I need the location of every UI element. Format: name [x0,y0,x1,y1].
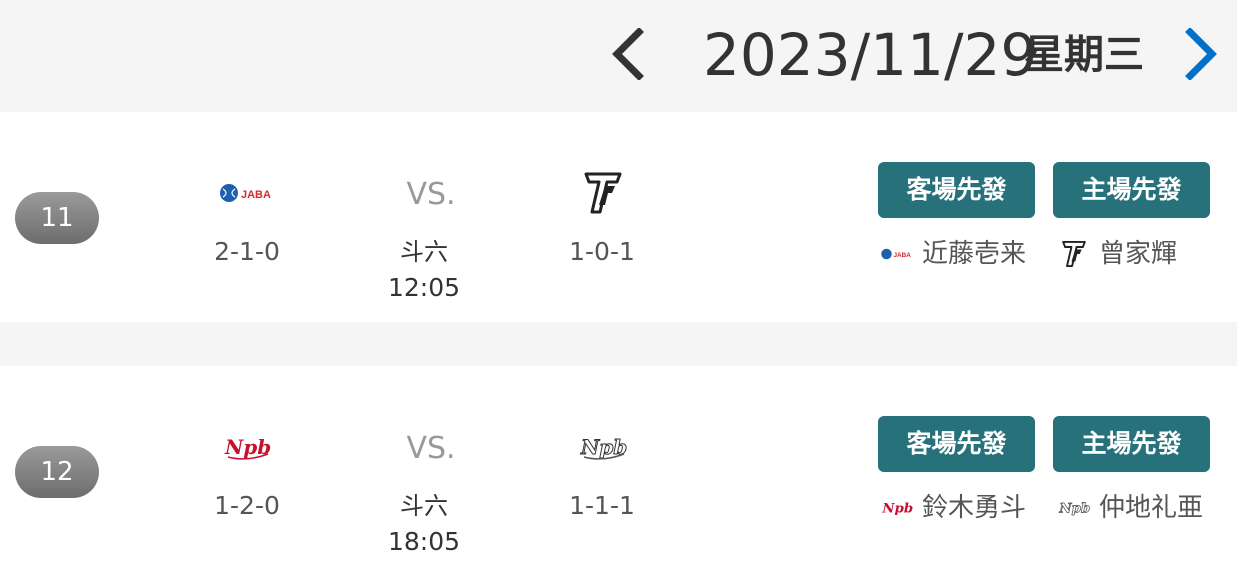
pitcher-name: 曾家輝 [1099,239,1178,269]
away-starter-button[interactable]: 客場先發 [878,162,1035,218]
pitcher-name: 近藤壱来 [922,239,1027,269]
vs-label: VS. [406,177,456,212]
weekday: 星期三 [1024,32,1144,78]
game-card: 12 Npb 1-2-0 VS. 斗六 18:05 Npb 1-1-1 客場先發… [0,366,1237,571]
jaba-logo-icon: JABA [210,170,284,216]
svg-text:Npb: Npb [1058,501,1090,517]
chevron-right-icon[interactable] [1178,26,1222,82]
schedule-page: 2023/11/29 星期三 11 JABA 2-1-0 VS. 斗六 12:0… [0,0,1237,571]
npb-white-logo-icon: Npb [1055,494,1093,522]
home-starter-button[interactable]: 主場先發 [1053,416,1210,472]
game-number-badge: 11 [15,192,99,244]
svg-text:Npb: Npb [881,501,913,517]
current-date: 2023/11/29 [703,21,1038,89]
away-record: 1-2-0 [214,491,280,520]
home-starter-button[interactable]: 主場先發 [1053,162,1210,218]
game-time: 18:05 [387,527,461,556]
vs-label: VS. [406,431,456,466]
venue: 斗六 [400,238,448,266]
tainan-t-logo-icon [1055,240,1093,268]
jaba-logo-icon: JABA [878,240,916,268]
away-starter-button[interactable]: 客場先發 [878,416,1035,472]
home-starting-pitcher[interactable]: Npb 仲地礼亜 [1055,490,1203,526]
svg-text:JABA: JABA [894,252,912,259]
game-number-badge: 12 [15,446,99,498]
tainan-t-logo-icon [566,170,640,216]
npb-red-logo-icon: Npb [878,494,916,522]
date-header: 2023/11/29 星期三 [0,0,1237,112]
npb-red-logo-icon: Npb [210,424,284,470]
game-time: 12:05 [387,273,461,302]
away-record: 2-1-0 [214,237,280,266]
npb-white-logo-icon: Npb [566,424,640,470]
pitcher-name: 鈴木勇斗 [922,493,1027,523]
svg-text:JABA: JABA [241,189,271,201]
away-starting-pitcher[interactable]: Npb 鈴木勇斗 [878,490,1026,526]
home-starting-pitcher[interactable]: 曾家輝 [1055,236,1177,272]
home-record: 1-0-1 [569,237,635,266]
venue: 斗六 [400,492,448,520]
pitcher-name: 仲地礼亜 [1099,493,1204,523]
chevron-left-icon[interactable] [605,26,649,82]
home-record: 1-1-1 [569,491,635,520]
game-card: 11 JABA 2-1-0 VS. 斗六 12:05 1-0-1 客場先發 主場… [0,112,1237,322]
away-starting-pitcher[interactable]: JABA 近藤壱来 [878,236,1026,272]
